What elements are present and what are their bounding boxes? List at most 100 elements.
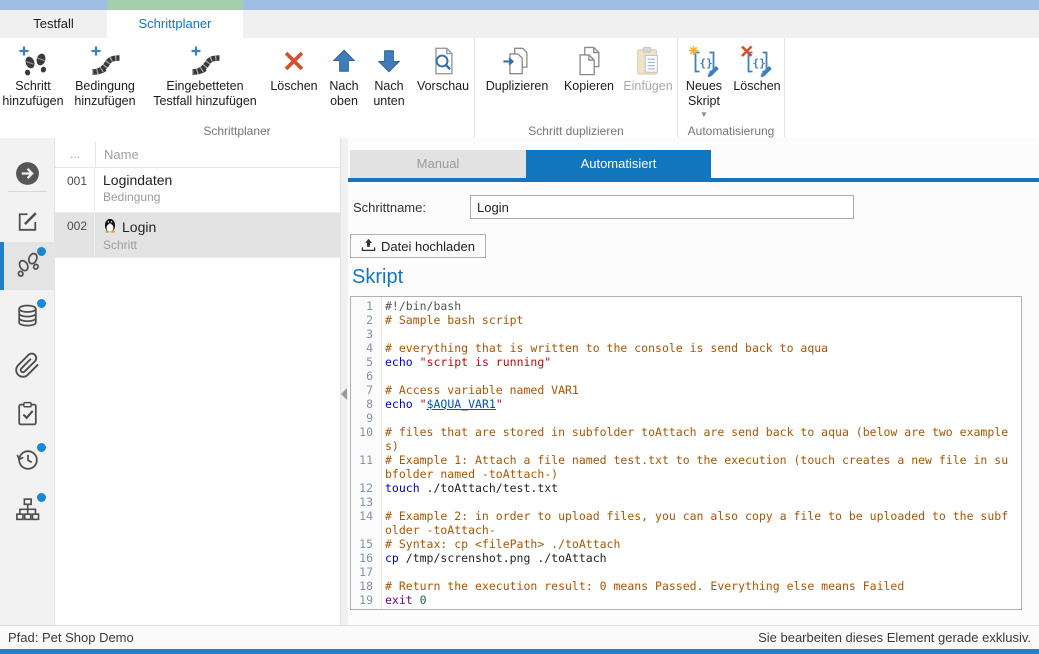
sidebar-item-steps[interactable] — [0, 242, 55, 290]
clipboard-check-icon — [14, 400, 41, 432]
panel-splitter[interactable] — [341, 138, 348, 625]
svg-text:{}: {} — [753, 57, 766, 70]
ribbon: SchritthinzufügenBedingunghinzufügenEing… — [0, 38, 1039, 139]
delete-button[interactable]: Löschen — [266, 43, 322, 123]
svg-text:{}: {} — [700, 57, 713, 70]
main-panel: Manual Automatisiert Schrittname: Datei … — [348, 138, 1039, 625]
ribbon-group-label: Schritt duplizieren — [475, 123, 677, 139]
line-number: 8 — [351, 397, 381, 411]
add-step-icon — [16, 43, 50, 79]
code-text: exit 0 — [381, 593, 427, 607]
upload-icon — [361, 238, 376, 255]
upload-button-label: Datei hochladen — [381, 239, 475, 254]
code-text: # Return the execution result: 0 means P… — [381, 579, 904, 593]
code-text: touch ./toAttach/test.txt — [381, 481, 558, 495]
schrittname-label: Schrittname: — [353, 200, 426, 215]
code-text: #!/bin/bash — [381, 299, 461, 313]
notification-dot — [37, 443, 46, 452]
code-text: cp /tmp/screnshot.png ./toAttach — [381, 551, 607, 565]
sidebar-item-edit[interactable] — [0, 200, 55, 248]
line-number: 1 — [351, 299, 381, 313]
sidebar-item-tasks[interactable] — [0, 392, 55, 440]
tab-testfall[interactable]: Testfall — [0, 10, 107, 38]
code-line: 3 — [351, 327, 1021, 341]
ribbon-button-row: Duplizieren KopierenEinfügen — [475, 38, 677, 123]
code-text: # files that are stored in subfolder toA… — [381, 425, 1013, 453]
active-tab-marker — [107, 0, 243, 10]
sidebar-item-hierarchy[interactable] — [0, 488, 55, 536]
code-text: # everything that is written to the cons… — [381, 341, 828, 355]
line-number: 14 — [351, 509, 381, 537]
column-header-name: Name — [96, 141, 340, 167]
preview-button[interactable]: Vorschau — [412, 43, 474, 123]
delete-script-button[interactable]: {} Löschen — [730, 43, 784, 123]
sidebar — [0, 138, 55, 625]
duplicate-button[interactable]: Duplizieren — [475, 43, 559, 123]
add-embedded-testcase-button[interactable]: EingebettetenTestfall hinzufügen — [144, 43, 266, 123]
line-number: 15 — [351, 537, 381, 551]
step-number: 002 — [55, 213, 95, 257]
table-row[interactable]: 001LogindatenBedingung — [55, 168, 340, 213]
code-line: 6 — [351, 369, 1021, 383]
detail-tab-bar: Manual Automatisiert — [350, 150, 711, 178]
active-tab-underline — [348, 178, 1039, 182]
step-type: Schritt — [103, 238, 340, 252]
code-text — [381, 565, 392, 579]
go-icon — [14, 160, 41, 192]
code-line: 13 — [351, 495, 1021, 509]
duplicate-icon — [501, 43, 533, 79]
dropdown-chevron-icon[interactable]: ▼ — [700, 111, 708, 119]
status-bar: Pfad: Pet Shop Demo Sie bearbeiten diese… — [0, 625, 1039, 649]
sidebar-item-attachments[interactable] — [0, 344, 55, 392]
content-area: ...Name001LogindatenBedingung002 Login Sch… — [0, 138, 1039, 625]
copy-button[interactable]: Kopieren — [559, 43, 619, 123]
new-script-button[interactable]: {}NeuesSkript▼ — [678, 43, 730, 123]
delete-script-button-label: Löschen — [733, 79, 780, 94]
move-down-button[interactable]: Nachunten — [366, 43, 412, 123]
add-step-button[interactable]: Schritthinzufügen — [0, 43, 66, 123]
ribbon-button-row: SchritthinzufügenBedingunghinzufügenEing… — [0, 38, 474, 123]
line-number: 10 — [351, 425, 381, 453]
step-title: Login — [103, 217, 340, 236]
ribbon-group-2: Duplizieren KopierenEinfügenSchritt dupli… — [475, 38, 678, 138]
status-lock-message: Sie bearbeiten dieses Element gerade exk… — [758, 626, 1039, 649]
sidebar-item-history[interactable] — [0, 438, 55, 486]
sidebar-item-navigate[interactable] — [0, 152, 55, 200]
tab-manual[interactable]: Manual — [350, 150, 526, 178]
ribbon-group-label: Automatisierung — [678, 123, 784, 139]
add-condition-button[interactable]: Bedingunghinzufügen — [66, 43, 144, 123]
code-text — [381, 369, 392, 383]
step-cell: LogindatenBedingung — [95, 168, 340, 212]
line-number: 13 — [351, 495, 381, 509]
line-number: 19 — [351, 593, 381, 607]
code-text — [381, 495, 392, 509]
paste-button[interactable]: Einfügen — [619, 43, 677, 123]
preview-icon — [428, 43, 458, 79]
window-tab-bar: Testfall Schrittplaner — [0, 10, 1039, 38]
code-text — [381, 327, 392, 341]
collapse-handle-icon[interactable] — [341, 388, 347, 400]
column-header-index: ... — [55, 141, 96, 167]
code-line: 11# Example 1: Attach a file named test.… — [351, 453, 1021, 481]
code-text: # Sample bash script — [381, 313, 523, 327]
new-script-icon: {} — [687, 43, 721, 79]
window-top-strip — [0, 0, 1039, 10]
code-text: # Access variable named VAR1 — [381, 383, 579, 397]
move-up-button[interactable]: Nachoben — [322, 43, 366, 123]
code-line: 14# Example 2: in order to upload files,… — [351, 509, 1021, 537]
code-line: 7# Access variable named VAR1 — [351, 383, 1021, 397]
move-down-button-label: Nachunten — [373, 79, 404, 109]
code-line: 4# everything that is written to the con… — [351, 341, 1021, 355]
table-row[interactable]: 002 Login Schritt — [55, 213, 340, 258]
code-line: 2# Sample bash script — [351, 313, 1021, 327]
duplicate-button-label: Duplizieren — [486, 79, 549, 94]
schrittname-input[interactable] — [470, 195, 854, 219]
bottom-accent-bar — [0, 649, 1039, 654]
edit-icon — [14, 208, 41, 240]
tab-schrittplaner[interactable]: Schrittplaner — [107, 10, 243, 38]
sidebar-item-data[interactable] — [0, 294, 55, 342]
script-editor[interactable]: 1#!/bin/bash2# Sample bash script3 4# ev… — [350, 296, 1022, 610]
upload-file-button[interactable]: Datei hochladen — [350, 234, 486, 258]
tab-automatisiert[interactable]: Automatisiert — [526, 150, 711, 178]
code-text — [381, 411, 392, 425]
